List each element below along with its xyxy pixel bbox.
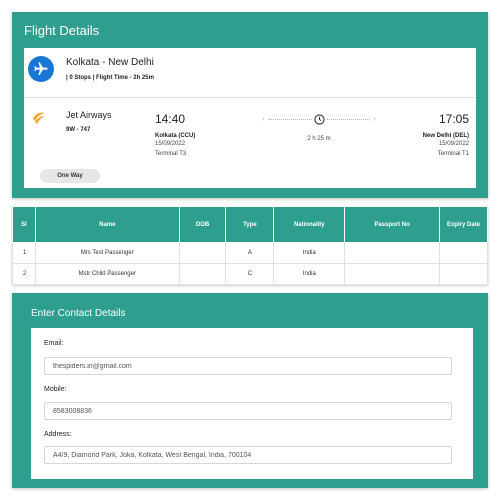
mobile-label: Mobile: [44, 386, 67, 393]
jet-airways-logo [31, 110, 47, 126]
table-row: 1 Mrs Test Passenger A India [12, 242, 488, 264]
departure-terminal: Terminal T3 [155, 151, 187, 157]
departure-date: 15/09/2022 [155, 141, 186, 147]
flight-details-title: Flight Details [24, 23, 100, 38]
table-row: 2 Mstr Child Passenger C India [12, 263, 488, 285]
route-meta: | 0 Stops | Flight Time - 2h 25m [66, 75, 154, 81]
trip-type-badge: One Way [40, 169, 100, 183]
flight-timeline: › › [262, 112, 376, 126]
plane-icon [28, 56, 54, 82]
column-header-passport: Passport No [344, 206, 441, 243]
flight-details-body: Kolkata - New Delhi | 0 Stops | Flight T… [24, 48, 476, 188]
cell-name: Mrs Test Passenger [34, 242, 180, 264]
arrival-city: New Delhi (DEL) [422, 133, 469, 139]
flight-details-card: Flight Details Kolkata - New Delhi | 0 S… [12, 12, 488, 198]
clock-icon [312, 112, 326, 126]
route-name: Kolkata - New Delhi [66, 57, 154, 68]
cell-nationality: India [273, 263, 346, 285]
arrival-date: 15/09/2022 [438, 141, 469, 147]
cell-type: C [225, 263, 275, 285]
column-header-name: Name [34, 206, 180, 243]
departure-time: 14:40 [155, 112, 186, 126]
cell-dob [178, 263, 227, 285]
contact-details-form: Email: Mobile: Address: [31, 328, 473, 479]
column-header-sl: Sl [12, 206, 36, 243]
chevron-right-icon: › [262, 114, 265, 123]
column-header-type: Type [225, 206, 275, 243]
cell-passport [344, 242, 441, 264]
cell-type: A [225, 242, 275, 264]
passengers-table: Sl Name DOB Type Nationality Passport No… [12, 206, 488, 285]
cell-dob [178, 242, 227, 264]
address-label: Address: [44, 431, 72, 438]
cell-expiry [439, 242, 488, 264]
arrival-terminal: Terminal T1 [437, 151, 469, 157]
email-field[interactable] [44, 357, 452, 375]
contact-details-title: Enter Contact Details [31, 308, 126, 319]
chevron-right-icon: › [373, 114, 376, 123]
column-header-dob: DOB [178, 206, 227, 243]
column-header-expiry: Expiry Date [439, 206, 488, 243]
route-summary: Kolkata - New Delhi | 0 Stops | Flight T… [24, 48, 476, 98]
cell-sl: 1 [12, 242, 36, 264]
flight-code: 9W - 747 [66, 127, 91, 133]
airline-name: Jet Airways [66, 110, 112, 120]
contact-details-card: Enter Contact Details Email: Mobile: Add… [12, 293, 488, 488]
departure-city: Kolkata (CCU) [155, 133, 196, 139]
cell-expiry [439, 263, 488, 285]
arrival-time: 17:05 [438, 112, 469, 126]
mobile-field[interactable] [44, 402, 452, 420]
address-field[interactable] [44, 446, 452, 464]
email-label: Email: [44, 340, 64, 347]
cell-sl: 2 [12, 263, 36, 285]
table-header-row: Sl Name DOB Type Nationality Passport No… [12, 206, 488, 243]
column-header-nationality: Nationality [273, 206, 346, 243]
cell-name: Mstr Child Passenger [34, 263, 180, 285]
cell-nationality: India [273, 242, 346, 264]
flight-duration: 2 h 25 m [307, 136, 331, 142]
cell-passport [344, 263, 441, 285]
